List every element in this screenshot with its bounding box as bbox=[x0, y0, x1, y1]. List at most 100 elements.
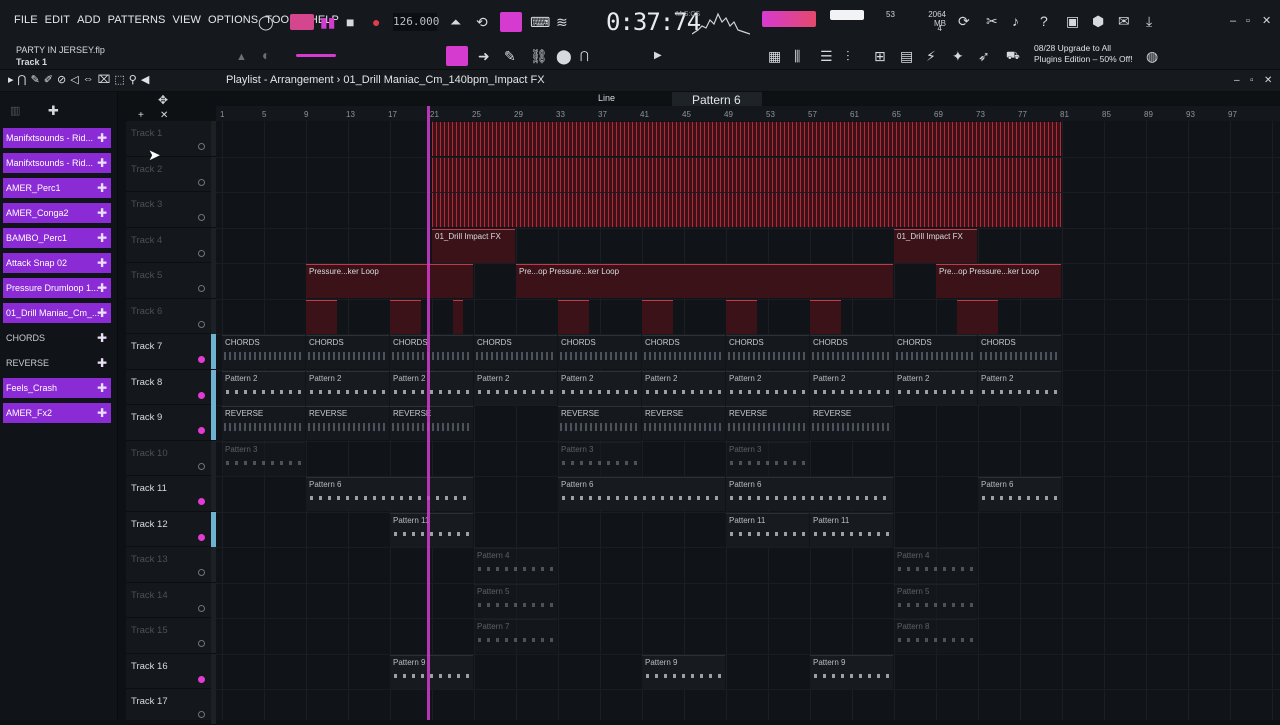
stamp-icon[interactable]: ⬤ bbox=[556, 47, 572, 65]
playlist-clip[interactable] bbox=[432, 157, 1061, 192]
track-header[interactable]: Track 8 bbox=[126, 369, 216, 405]
browser-menu-icon[interactable]: ▥ bbox=[10, 102, 20, 120]
browser-item-add-icon[interactable]: ✚ bbox=[97, 203, 107, 223]
draw-tool-icon[interactable]: ✎ bbox=[31, 73, 40, 86]
playlist-maximize-icon[interactable]: ▫ bbox=[1250, 72, 1254, 90]
tools-icon[interactable]: ✂ bbox=[986, 12, 998, 30]
menu-item-view[interactable]: VIEW bbox=[172, 14, 201, 26]
mixer-icon[interactable]: ⫼ bbox=[794, 47, 800, 65]
playlist-clip[interactable]: CHORDS bbox=[390, 335, 473, 369]
record-mode-icon[interactable]: ◯ bbox=[258, 13, 274, 31]
playlist-clip[interactable]: Pattern 6 bbox=[558, 477, 725, 511]
track-header[interactable]: Track 12 bbox=[126, 511, 216, 547]
playlist-clip[interactable]: Pattern 2 bbox=[978, 370, 1061, 405]
metronome-icon[interactable]: ⏶ bbox=[450, 13, 461, 31]
playback-tool-icon[interactable]: ◀ bbox=[141, 73, 149, 86]
wait-input-icon[interactable]: ≋ bbox=[556, 13, 568, 31]
track-header[interactable]: Track 3 bbox=[126, 192, 216, 228]
browser-item-add-icon[interactable]: ✚ bbox=[97, 378, 107, 398]
mixer-fader-icon[interactable]: ▲ bbox=[236, 48, 247, 66]
play-icon[interactable]: ▮▮ bbox=[320, 13, 335, 31]
record-icon[interactable]: ● bbox=[372, 13, 380, 31]
track-header[interactable]: Track 5 bbox=[126, 263, 216, 299]
master-volume-slider[interactable] bbox=[296, 54, 336, 57]
playlist-clip[interactable]: CHORDS bbox=[558, 335, 641, 369]
track-header[interactable]: Track 2 bbox=[126, 156, 216, 192]
browser-item-add-icon[interactable]: ✚ bbox=[97, 328, 107, 348]
playlist-clip[interactable]: REVERSE bbox=[642, 406, 725, 440]
track-mute-led[interactable] bbox=[198, 427, 205, 434]
browser-item[interactable]: CHORDS ✚ bbox=[3, 328, 111, 348]
playlist-clip[interactable] bbox=[726, 299, 757, 334]
playlist-clip[interactable]: Pattern 4 bbox=[894, 548, 977, 582]
browser-item-add-icon[interactable]: ✚ bbox=[97, 353, 107, 373]
playlist-clip[interactable]: CHORDS bbox=[810, 335, 893, 369]
track-mute-led[interactable] bbox=[198, 356, 205, 363]
loop-record-icon[interactable]: ⟲ bbox=[476, 13, 488, 31]
track-mute-led[interactable] bbox=[198, 640, 205, 647]
track-mute-led[interactable] bbox=[198, 533, 205, 541]
playlist-clip[interactable]: Pattern 4 bbox=[474, 548, 557, 582]
track-mute-led[interactable] bbox=[198, 143, 205, 150]
playlist-clip[interactable] bbox=[453, 299, 463, 334]
playlist-clip[interactable] bbox=[390, 299, 421, 334]
track-header[interactable]: Track 1 bbox=[126, 121, 216, 157]
browser-item-add-icon[interactable]: ✚ bbox=[97, 403, 107, 423]
chevron-right-icon[interactable]: ▶ bbox=[654, 47, 662, 65]
playlist-clip[interactable]: Pre...op Pressure...ker Loop bbox=[936, 264, 1061, 298]
snap-selector[interactable]: Line bbox=[598, 93, 615, 103]
options-arrow-icon[interactable]: ▸ bbox=[8, 73, 14, 86]
playlist-clip[interactable]: Pattern 9 bbox=[390, 654, 473, 689]
playlist-clip[interactable]: CHORDS bbox=[978, 335, 1061, 369]
playlist-clip[interactable]: Pattern 6 bbox=[978, 477, 1061, 511]
browser-item[interactable]: Attack Snap 02 ✚ bbox=[3, 253, 111, 273]
track-header[interactable]: Track 15 bbox=[126, 618, 216, 654]
playlist-clip[interactable]: Pattern 2 bbox=[558, 370, 641, 405]
playlist-clip[interactable]: Pattern 5 bbox=[474, 583, 557, 618]
playlist-clip[interactable] bbox=[957, 299, 998, 334]
browser-item-add-icon[interactable]: ✚ bbox=[97, 278, 107, 298]
browser-icon[interactable]: ⫶ bbox=[846, 47, 850, 65]
browser-item[interactable]: BAMBO_Perc1 ✚ bbox=[3, 228, 111, 248]
track-mute-led[interactable] bbox=[198, 604, 205, 612]
playlist-clip[interactable]: Pattern 3 bbox=[222, 441, 305, 476]
stop-icon[interactable]: ■ bbox=[346, 13, 354, 31]
playlist-clip[interactable]: REVERSE bbox=[390, 406, 473, 440]
playlist-clip[interactable]: Pattern 6 bbox=[306, 477, 473, 511]
track-mute-led[interactable] bbox=[198, 391, 205, 399]
playlist-clip[interactable]: Pattern 11 bbox=[390, 512, 473, 547]
track-mute-led[interactable] bbox=[198, 498, 205, 505]
menu-item-patterns[interactable]: PATTERNS bbox=[108, 14, 166, 26]
browser-item[interactable]: AMER_Perc1 ✚ bbox=[3, 178, 111, 198]
project-icon[interactable]: ▤ bbox=[900, 47, 913, 65]
playlist-clip[interactable]: Pattern 2 bbox=[810, 370, 893, 405]
zoom-tool-icon[interactable]: ⚲ bbox=[129, 73, 137, 86]
playlist-clip[interactable]: Pressure...ker Loop bbox=[306, 264, 473, 298]
magnet-snap-icon[interactable]: ⋂ bbox=[18, 73, 27, 86]
plugin-database-icon[interactable]: ⊞ bbox=[874, 47, 886, 65]
menu-item-file[interactable]: FILE bbox=[14, 14, 38, 26]
refresh-icon[interactable]: ⟳ bbox=[958, 12, 970, 30]
track-header[interactable]: Track 4 bbox=[126, 227, 216, 263]
playlist-grid[interactable]: 01_Drill Impact FX 01_Drill Impact FX Pres… bbox=[216, 121, 1280, 720]
menu-item-edit[interactable]: EDIT bbox=[45, 14, 70, 26]
playlist-clip[interactable]: REVERSE bbox=[726, 406, 809, 440]
browser-add-icon[interactable]: ✚ bbox=[48, 102, 59, 120]
tuning-icon[interactable]: ✦ bbox=[952, 47, 964, 65]
playlist-clip[interactable]: 01_Drill Impact FX bbox=[432, 228, 515, 263]
browser-item-add-icon[interactable]: ✚ bbox=[97, 303, 107, 323]
browser-item[interactable]: 01_Drill Maniac_Cm_... ✚ bbox=[3, 303, 111, 323]
brush-icon[interactable]: ✎ bbox=[504, 47, 516, 65]
playlist-clip[interactable]: CHORDS bbox=[222, 335, 305, 369]
tempo-display[interactable]: 126.000 bbox=[393, 13, 439, 31]
piano-roll-icon[interactable]: ☰ bbox=[820, 47, 833, 65]
track-header[interactable]: Track 17 bbox=[126, 689, 216, 725]
playlist-clip[interactable] bbox=[306, 299, 337, 334]
timeline-ruler[interactable]: 1 5 9 13 17 21 25 29 33 37 41 45 49 53 57 61 65 69 73 77 81 8… bbox=[216, 106, 1280, 121]
playlist-clip[interactable]: Pattern 3 bbox=[726, 441, 809, 476]
link-icon[interactable]: ⛓ bbox=[530, 47, 548, 65]
playlist-clip[interactable]: Pattern 2 bbox=[390, 370, 473, 405]
paint-tool-icon[interactable]: ✐ bbox=[44, 73, 53, 86]
playlist-clip[interactable]: Pattern 2 bbox=[474, 370, 557, 405]
playlist-clip[interactable]: Pre...op Pressure...ker Loop bbox=[516, 264, 893, 298]
